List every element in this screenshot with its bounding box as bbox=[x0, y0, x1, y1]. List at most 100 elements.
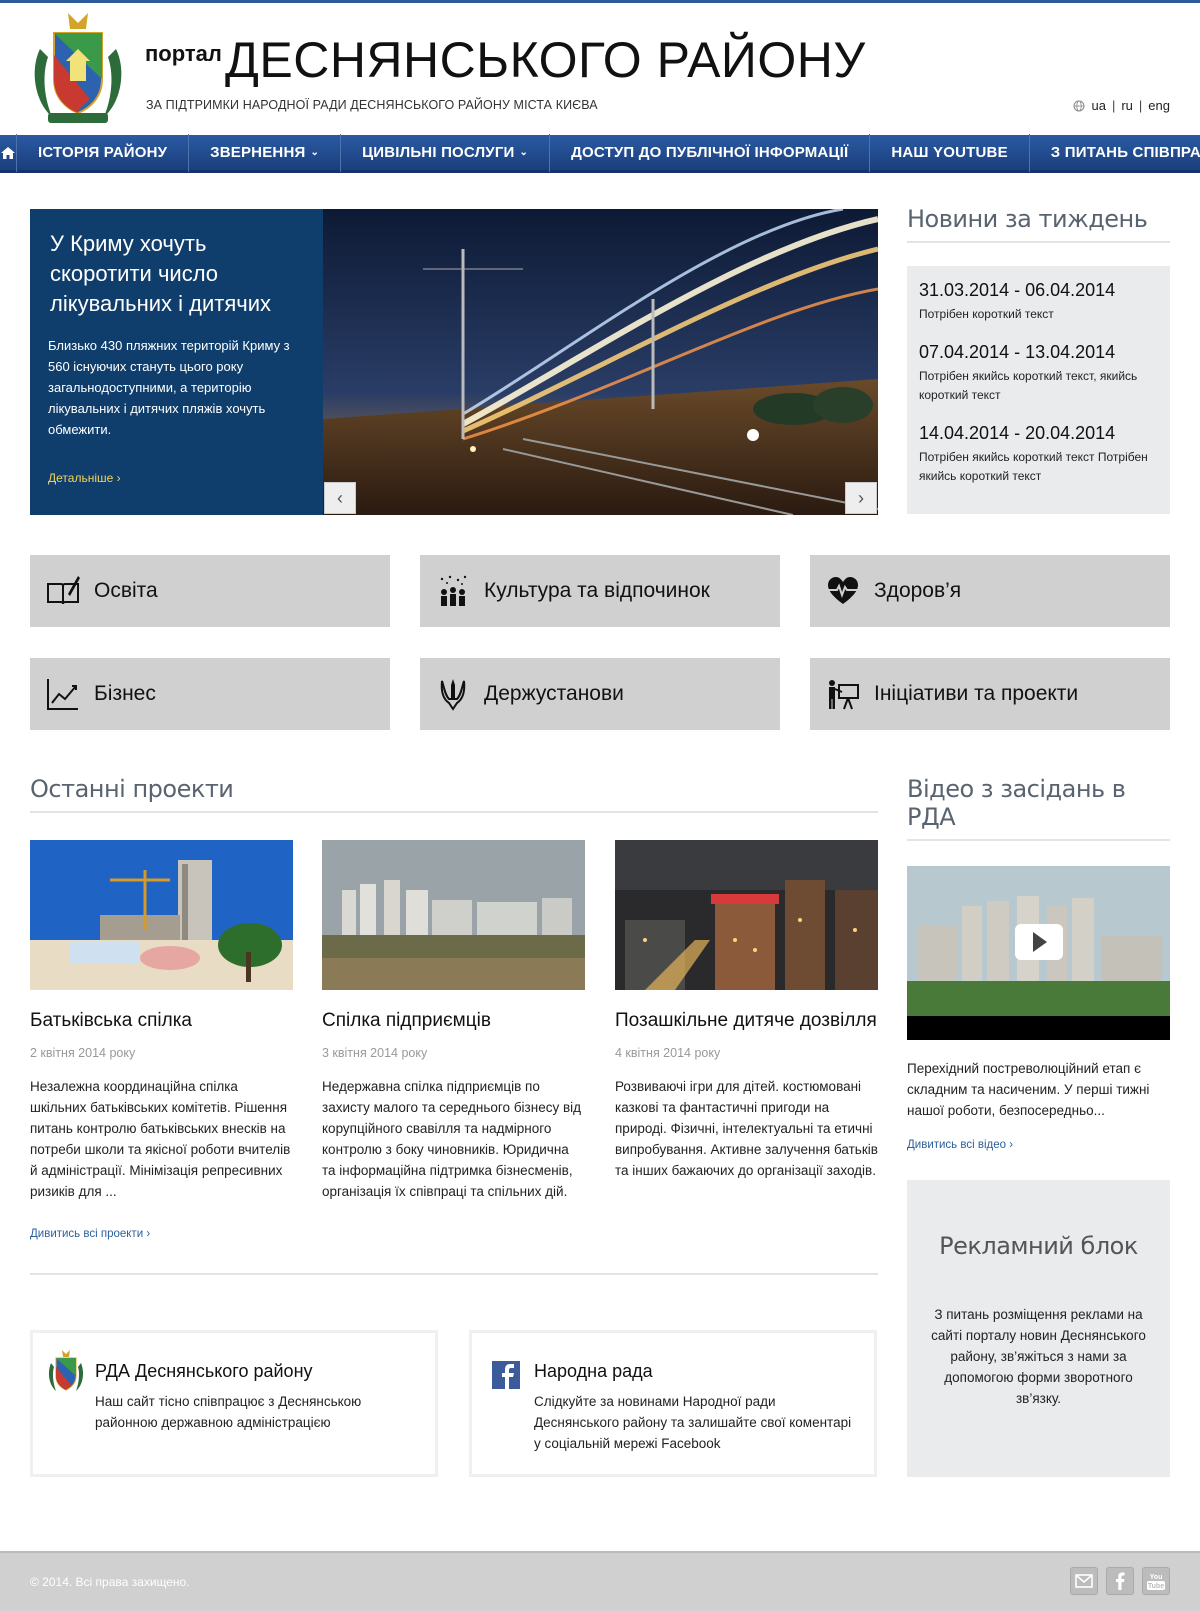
project-image[interactable] bbox=[322, 840, 585, 990]
weekly-news: Новини за тиждень 31.03.2014 - 06.04.201… bbox=[907, 205, 1170, 514]
lang-ua[interactable]: ua bbox=[1091, 98, 1105, 113]
project-title[interactable]: Спілка підприємців bbox=[322, 1010, 585, 1032]
divider bbox=[907, 241, 1170, 243]
site-footer: © 2014. Всі права захищено. You Tube bbox=[0, 1551, 1200, 1611]
nav-item-appeals[interactable]: ЗВЕРНЕННЯ ⌄ bbox=[189, 133, 342, 172]
heart-pulse-icon bbox=[828, 577, 858, 604]
divider bbox=[907, 839, 1170, 841]
category-health[interactable]: Здоров’я bbox=[810, 555, 1170, 627]
nav-item-youtube[interactable]: НАШ YOUTUBE bbox=[870, 133, 1030, 172]
chevron-right-icon: › bbox=[858, 487, 864, 508]
all-videos-label: Дивитись всі відео bbox=[907, 1139, 1007, 1151]
weekly-news-title: Новини за тиждень bbox=[907, 205, 1148, 233]
home-icon bbox=[1, 146, 15, 159]
weekly-news-item[interactable]: 31.03.2014 - 06.04.2014 Потрібен коротки… bbox=[919, 280, 1158, 324]
slide-more-label: Детальніше bbox=[48, 471, 114, 485]
category-label: Здоров’я bbox=[874, 579, 962, 602]
nav-item-civil-services[interactable]: ЦИВІЛЬНІ ПОСЛУГИ ⌄ bbox=[341, 133, 551, 172]
week-text: Потрібен якийсь короткий текст, якийсь к… bbox=[919, 369, 1138, 402]
divider bbox=[30, 811, 878, 813]
project-date: 2 квітня 2014 року bbox=[30, 1046, 136, 1060]
rada-box[interactable]: Народна рада Слідкуйте за новинами Народ… bbox=[469, 1330, 877, 1477]
week-date: 07.04.2014 - 13.04.2014 bbox=[919, 342, 1116, 362]
project-card: Позашкільне дитяче дозвілля 4 квітня 201… bbox=[615, 840, 878, 1181]
category-initiatives[interactable]: Ініціативи та проекти bbox=[810, 658, 1170, 730]
youtube-icon[interactable]: You Tube bbox=[1142, 1567, 1170, 1595]
weekly-news-item[interactable]: 07.04.2014 - 13.04.2014 Потрібен якийсь … bbox=[919, 342, 1158, 405]
line-chart-icon bbox=[47, 679, 78, 710]
district-emblem-icon bbox=[48, 1350, 84, 1391]
svg-text:You: You bbox=[1150, 1574, 1163, 1581]
rada-title: Народна рада bbox=[534, 1361, 653, 1381]
copyright: © 2014. Всі права захищено. bbox=[30, 1575, 190, 1589]
divider bbox=[30, 1273, 878, 1275]
facebook-icon[interactable] bbox=[1106, 1567, 1134, 1595]
site-subtitle: ЗА ПІДТРИМКИ НАРОДНОЇ РАДИ ДЕСНЯНСЬКОГО … bbox=[146, 98, 598, 112]
project-text: Недержавна спілка підприємців по захисту… bbox=[322, 1079, 581, 1199]
all-videos-link[interactable]: Дивитись всі відео › bbox=[907, 1139, 1170, 1151]
lang-eng[interactable]: eng bbox=[1148, 98, 1170, 113]
language-switcher: ua | ru | eng bbox=[1073, 98, 1170, 113]
chevron-right-icon: › bbox=[116, 471, 121, 485]
nav-item-label: НАШ YOUTUBE bbox=[891, 144, 1008, 161]
news-slider: У Криму хочуть скоротити число лікувальн… bbox=[30, 209, 878, 515]
rda-title: РДА Деснянського району bbox=[95, 1361, 313, 1381]
nav-item-label: ДОСТУП ДО ПУБЛІЧНОЇ ІНФОРМАЦІЇ bbox=[571, 144, 849, 161]
project-text: Незалежна координаційна спілка шкільних … bbox=[30, 1079, 291, 1199]
nav-item-public-info[interactable]: ДОСТУП ДО ПУБЛІЧНОЇ ІНФОРМАЦІЇ bbox=[550, 133, 871, 172]
category-education[interactable]: Освіта bbox=[30, 555, 390, 627]
nav-item-history[interactable]: ІСТОРІЯ РАЙОНУ bbox=[17, 133, 190, 172]
rda-box[interactable]: РДА Деснянського району Наш сайт тісно с… bbox=[30, 1330, 438, 1477]
project-card: Батьківська спілка 2 квітня 2014 року Не… bbox=[30, 840, 293, 1202]
project-image[interactable] bbox=[615, 840, 878, 990]
chevron-left-icon: ‹ bbox=[337, 487, 343, 508]
chevron-right-icon: › bbox=[1009, 1139, 1014, 1151]
weekly-news-item[interactable]: 14.04.2014 - 20.04.2014 Потрібен якийсь … bbox=[919, 423, 1158, 486]
ad-text: З питань розміщення реклами на сайті пор… bbox=[931, 1307, 1146, 1406]
project-text: Розвиваючі ігри для дітей. костюмовані к… bbox=[615, 1079, 878, 1178]
video-player[interactable] bbox=[907, 866, 1170, 1040]
project-title[interactable]: Батьківська спілка bbox=[30, 1010, 293, 1032]
slide-description: Близько 430 пляжних територій Криму з 56… bbox=[48, 338, 290, 437]
all-projects-label: Дивитись всі проекти bbox=[30, 1228, 144, 1240]
slide-image[interactable] bbox=[323, 209, 878, 515]
nav-home[interactable] bbox=[0, 133, 17, 172]
trident-icon bbox=[440, 679, 466, 711]
project-image[interactable] bbox=[30, 840, 293, 990]
lang-separator: | bbox=[1111, 98, 1116, 113]
category-business[interactable]: Бізнес bbox=[30, 658, 390, 730]
week-text: Потрібен якийсь короткий текст Потрібен … bbox=[919, 450, 1148, 483]
projects-title: Останні проекти bbox=[30, 775, 234, 803]
footer-social-links: You Tube bbox=[1070, 1567, 1170, 1595]
district-emblem-logo[interactable] bbox=[30, 9, 126, 129]
chevron-down-icon: ⌄ bbox=[310, 147, 320, 158]
presentation-icon bbox=[829, 680, 859, 710]
site-header: портал ДЕСНЯНСЬКОГО РАЙОНУ ЗА ПІДТРИМКИ … bbox=[0, 3, 1200, 135]
week-date: 31.03.2014 - 06.04.2014 bbox=[919, 280, 1116, 300]
ad-block[interactable]: Рекламний блок З питань розміщення рекла… bbox=[907, 1180, 1170, 1477]
slider-prev-button[interactable]: ‹ bbox=[324, 482, 356, 514]
category-institutions[interactable]: Держустанови bbox=[420, 658, 780, 730]
book-pen-icon bbox=[47, 576, 80, 605]
video-description: Перехідний постреволюційний етап є склад… bbox=[907, 1061, 1150, 1118]
project-title[interactable]: Позашкільне дитяче дозвілля bbox=[615, 1010, 878, 1032]
all-projects-link[interactable]: Дивитись всі проекти › bbox=[30, 1228, 150, 1240]
slide-more-link[interactable]: Детальніше › bbox=[48, 471, 121, 485]
category-label: Держустанови bbox=[484, 682, 624, 705]
lang-ru[interactable]: ru bbox=[1121, 98, 1133, 113]
slider-next-button[interactable]: › bbox=[845, 482, 877, 514]
slide-title[interactable]: У Криму хочуть скоротити число лікувальн… bbox=[50, 229, 305, 319]
chevron-down-icon: ⌄ bbox=[519, 147, 529, 158]
crowd-celebration-icon bbox=[440, 575, 467, 606]
portal-label: портал bbox=[145, 41, 222, 66]
chevron-right-icon: › bbox=[146, 1228, 151, 1240]
mail-icon[interactable] bbox=[1070, 1567, 1098, 1595]
nav-item-cooperation[interactable]: З ПИТАНЬ СПІВПРАЦІ bbox=[1030, 134, 1200, 172]
ad-title: Рекламний блок bbox=[939, 1232, 1138, 1260]
rada-text: Слідкуйте за новинами Народної ради Десн… bbox=[534, 1394, 852, 1451]
nav-item-label: ЦИВІЛЬНІ ПОСЛУГИ bbox=[362, 144, 515, 161]
category-culture[interactable]: Культура та відпочинок bbox=[420, 555, 780, 627]
video-title: Відео з засідань в РДА bbox=[907, 775, 1126, 831]
lang-separator: | bbox=[1138, 98, 1143, 113]
site-title[interactable]: ДЕСНЯНСЬКОГО РАЙОНУ bbox=[225, 35, 866, 85]
